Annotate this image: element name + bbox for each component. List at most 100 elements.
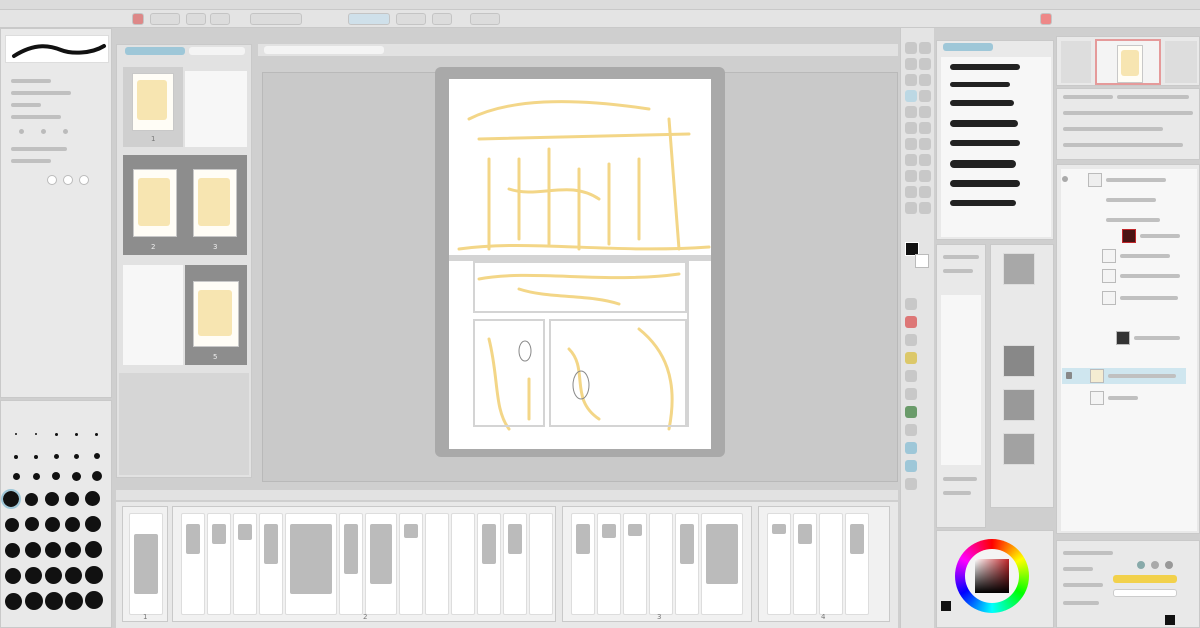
- navigator-slot-1[interactable]: [1061, 41, 1091, 83]
- timeline-group-1[interactable]: 1: [122, 506, 168, 622]
- lock-icon[interactable]: [1066, 372, 1072, 379]
- layer-row-selected[interactable]: [1062, 368, 1186, 384]
- page-manager-tab[interactable]: [125, 47, 185, 55]
- brush-icon[interactable]: [919, 42, 931, 54]
- page-thumb-5[interactable]: 5: [185, 265, 247, 365]
- tool-icon-13[interactable]: [905, 138, 917, 150]
- toolbar-button-2[interactable]: [150, 13, 180, 25]
- tool-icon-16[interactable]: [919, 154, 931, 166]
- tool-icon-19[interactable]: [905, 186, 917, 198]
- navigator-slot-3[interactable]: [1165, 41, 1197, 83]
- tool-icon-22[interactable]: [919, 202, 931, 214]
- tool-icon-8[interactable]: [919, 90, 931, 102]
- canvas-tab[interactable]: [264, 46, 384, 54]
- toolbar-button-9[interactable]: [470, 13, 500, 25]
- color-wheel-icon[interactable]: [955, 539, 1029, 613]
- layer-row-9[interactable]: [1062, 390, 1186, 406]
- material-thumb-3[interactable]: [1003, 389, 1035, 421]
- brush-size-selected[interactable]: [1, 489, 21, 509]
- color-dot-2[interactable]: [1151, 561, 1159, 569]
- sub-color-swatch[interactable]: [915, 254, 929, 268]
- text-icon[interactable]: [919, 122, 931, 134]
- tool-icon-17[interactable]: [905, 170, 917, 182]
- brush-preset-4[interactable]: [950, 120, 1018, 127]
- tool-icon-29[interactable]: [905, 406, 917, 418]
- page-slot-empty-1[interactable]: [185, 71, 247, 147]
- color-picker-square[interactable]: [975, 559, 1009, 593]
- tool-icon-30[interactable]: [905, 424, 917, 436]
- layer-row-5[interactable]: [1062, 248, 1186, 264]
- layer-row-3[interactable]: [1062, 212, 1186, 228]
- brush-size-grid[interactable]: [1, 421, 109, 621]
- layer-row-4[interactable]: [1062, 228, 1186, 244]
- material-thumb-2[interactable]: [1003, 345, 1035, 377]
- tool-icon-21[interactable]: [905, 202, 917, 214]
- tool-icon-14[interactable]: [919, 138, 931, 150]
- tool-icon-4[interactable]: [919, 58, 931, 70]
- color-dot-1[interactable]: [1137, 561, 1145, 569]
- fill-icon[interactable]: [919, 106, 931, 118]
- tool-icon-32[interactable]: [905, 460, 917, 472]
- brush-preset-1[interactable]: [950, 64, 1020, 70]
- color-slider-yellow[interactable]: [1113, 575, 1177, 583]
- property-field[interactable]: [941, 295, 981, 465]
- tool-icon-5[interactable]: [905, 74, 917, 86]
- toolbar-button-1[interactable]: [132, 13, 144, 25]
- eye-icon[interactable]: [1062, 176, 1068, 182]
- eraser-icon[interactable]: [905, 58, 917, 70]
- tool-icon-18[interactable]: [919, 170, 931, 182]
- tool-icon-27[interactable]: [905, 370, 917, 382]
- tool-icon-26[interactable]: [905, 352, 917, 364]
- layer-row-6[interactable]: [1062, 268, 1186, 284]
- tool-icon-24[interactable]: [905, 316, 917, 328]
- tool-icon-31[interactable]: [905, 442, 917, 454]
- brush-preset-3[interactable]: [950, 100, 1014, 106]
- material-thumb-4[interactable]: [1003, 433, 1035, 465]
- brush-preset-2[interactable]: [950, 82, 1010, 87]
- tool-icon-9[interactable]: [905, 106, 917, 118]
- color-swatch-black[interactable]: [1165, 615, 1175, 625]
- color-dot-3[interactable]: [1165, 561, 1173, 569]
- page-spread-2-3[interactable]: 2 3: [123, 155, 247, 255]
- page-manager-tab-2[interactable]: [189, 47, 245, 55]
- toolbar-button-7[interactable]: [396, 13, 426, 25]
- tool-icon-11[interactable]: [905, 122, 917, 134]
- toolbar-button-8[interactable]: [432, 13, 452, 25]
- brush-preset-5[interactable]: [950, 140, 1020, 146]
- timeline-group-4[interactable]: 4: [758, 506, 890, 622]
- toolbar-close-button[interactable]: [1040, 13, 1052, 25]
- tool-icon-15[interactable]: [905, 154, 917, 166]
- toolbar-button-4[interactable]: [210, 13, 230, 25]
- canvas-page[interactable]: [449, 79, 711, 449]
- tool-icon-6[interactable]: [919, 74, 931, 86]
- tool-icon-25[interactable]: [905, 334, 917, 346]
- tool-icon-20[interactable]: [919, 186, 931, 198]
- brush-preset-7[interactable]: [950, 180, 1020, 187]
- tool-icon-33[interactable]: [905, 478, 917, 490]
- timeline-group-3[interactable]: 3: [562, 506, 752, 622]
- top-menubar: [0, 0, 1200, 10]
- brush-preset-8[interactable]: [950, 200, 1016, 206]
- layer-row-2[interactable]: [1062, 192, 1186, 208]
- tool-icon-7[interactable]: [905, 90, 917, 102]
- color-slider-white[interactable]: [1113, 589, 1177, 597]
- main-color-indicator[interactable]: [941, 601, 951, 611]
- sub-tool-tab[interactable]: [943, 43, 993, 51]
- timeline-group-2[interactable]: 2: [172, 506, 556, 622]
- brush-preset-6[interactable]: [950, 160, 1016, 168]
- page-thumb-1[interactable]: 1: [123, 67, 183, 147]
- material-thumb-1[interactable]: [1003, 253, 1035, 285]
- tool-icon-23[interactable]: [905, 298, 917, 310]
- navigator-preview[interactable]: [1095, 39, 1161, 85]
- pen-icon[interactable]: [905, 42, 917, 54]
- layer-row-8[interactable]: [1062, 330, 1186, 346]
- layer-row-1[interactable]: [1062, 172, 1186, 188]
- toolbar-button-5[interactable]: [250, 13, 302, 25]
- page-slot-empty-2[interactable]: [123, 265, 183, 365]
- toolbar-button-3[interactable]: [186, 13, 206, 25]
- tool-icon-28[interactable]: [905, 388, 917, 400]
- toolbar-button-6[interactable]: [348, 13, 390, 25]
- layer-row-7[interactable]: [1062, 290, 1186, 306]
- page-number-3: 3: [213, 243, 218, 251]
- canvas-viewport[interactable]: [262, 67, 898, 482]
